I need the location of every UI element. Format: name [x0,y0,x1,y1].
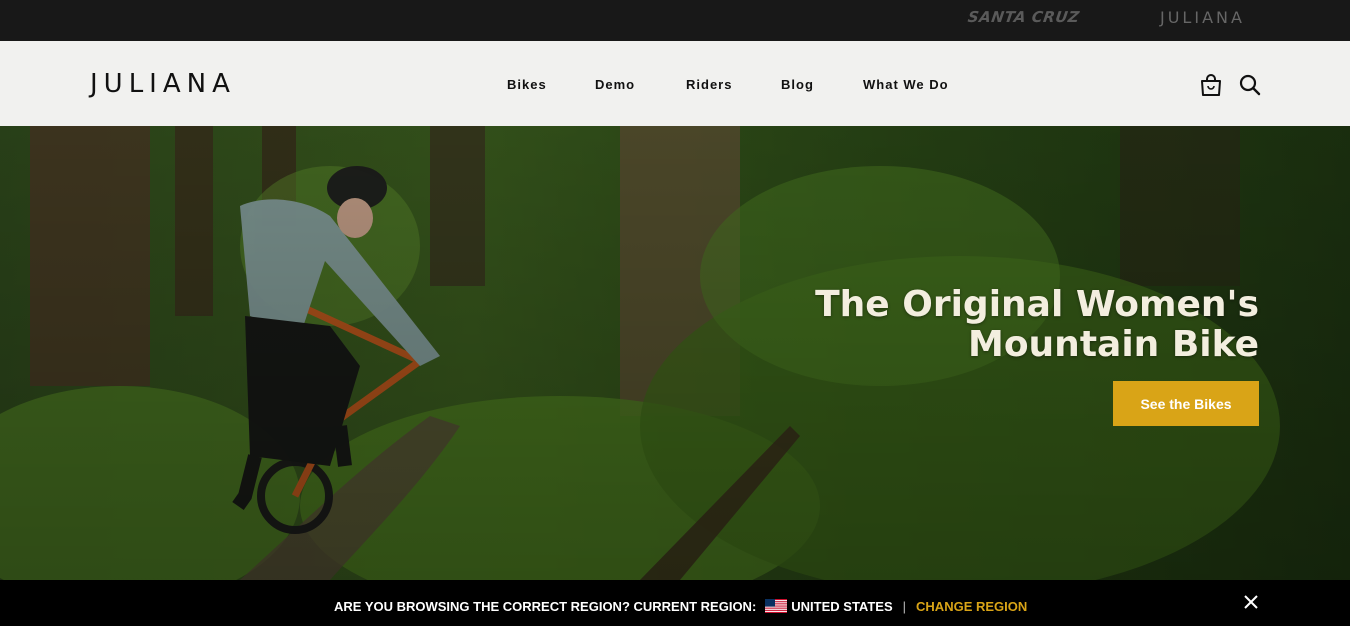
region-banner: ARE YOU BROWSING THE CORRECT REGION? CUR… [0,580,1350,626]
hero-headline: The Original Women's Mountain Bike [815,285,1259,365]
close-icon[interactable] [1243,594,1259,610]
santa-cruz-brand-link[interactable]: SANTA CRUZ [967,7,1081,27]
hero-headline-line2: Mountain Bike [968,324,1259,365]
us-flag-icon [765,599,788,613]
search-icon[interactable] [1238,73,1262,97]
nav-demo[interactable]: Demo [595,77,635,92]
region-prompt: ARE YOU BROWSING THE CORRECT REGION? CUR… [334,598,757,614]
current-region: UNITED STATES [791,598,893,614]
region-message: ARE YOU BROWSING THE CORRECT REGION? CUR… [334,598,1027,614]
hero-headline-line1: The Original Women's [815,284,1259,325]
nav-blog[interactable]: Blog [781,77,814,92]
nav-riders[interactable]: Riders [686,77,732,92]
nav-bikes[interactable]: Bikes [507,77,547,92]
see-the-bikes-button[interactable]: See the Bikes [1113,381,1259,426]
main-header: JULIANA Bikes Demo Riders Blog What We D… [0,41,1350,126]
nav-what-we-do[interactable]: What We Do [863,77,949,92]
main-nav: Bikes Demo Riders Blog What We Do [0,77,1350,97]
shopping-bag-icon[interactable] [1199,73,1223,97]
brand-switcher-bar: SANTA CRUZ JULIANA [0,0,1350,41]
juliana-brand-link[interactable]: JULIANA [1160,7,1245,27]
region-separator: | [902,598,907,614]
hero-banner: The Original Women's Mountain Bike See t… [0,126,1350,580]
change-region-link[interactable]: CHANGE REGION [916,599,1027,614]
